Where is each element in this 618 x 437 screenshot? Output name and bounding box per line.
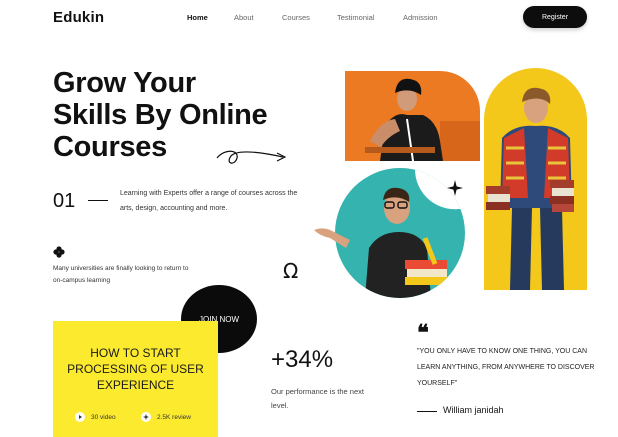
student-photo-teal <box>335 168 465 298</box>
nav-about[interactable]: About <box>234 13 254 22</box>
hero-title-line1: Grow Your <box>53 67 196 99</box>
info-text: Many universities are finally looking to… <box>53 265 189 284</box>
testimonial-author: William janidah <box>443 405 504 415</box>
course-card[interactable]: HOW TO START PROCESSING OF USER EXPERIEN… <box>53 321 218 437</box>
review-count-label: 2.5K review <box>157 413 191 421</box>
nav-admission[interactable]: Admission <box>403 13 438 22</box>
student-photo-yellow <box>484 68 587 290</box>
register-button[interactable]: Register <box>523 6 587 28</box>
hero-title-line2: Skills By Online <box>53 99 268 131</box>
course-review-count: 2.5K review <box>141 412 191 422</box>
course-card-title: HOW TO START PROCESSING OF USER EXPERIEN… <box>67 346 204 392</box>
testimonial-quote: "YOU ONLY HAVE TO KNOW ONE THING, YOU CA… <box>417 348 595 387</box>
step-number: 01 <box>53 190 76 212</box>
course-video-count: 30 video <box>75 412 116 422</box>
performance-stat: +34% <box>271 346 334 373</box>
hero-title-line3: Courses <box>53 131 167 163</box>
flower-icon <box>53 246 65 258</box>
arrow-squiggle-icon <box>216 150 287 164</box>
author-divider <box>417 411 437 412</box>
star-badge-icon <box>141 412 151 422</box>
step-description: Learning with Experts offer a range of c… <box>120 190 298 212</box>
student-hand <box>314 228 350 248</box>
omega-icon: Ω <box>283 259 299 283</box>
brand-logo[interactable]: Edukin <box>53 9 104 26</box>
performance-label: Our performance is the next level. <box>271 387 364 410</box>
student-photo-orange <box>345 71 480 161</box>
play-icon <box>75 412 85 422</box>
nav-testimonial[interactable]: Testimonial <box>337 13 375 22</box>
video-count-label: 30 video <box>91 413 116 421</box>
star-icon <box>447 180 463 196</box>
step-divider <box>88 200 108 201</box>
quote-icon: ❝ <box>417 320 429 346</box>
nav-home[interactable]: Home <box>187 13 208 22</box>
nav-courses[interactable]: Courses <box>282 13 310 22</box>
hero-title: Grow Your Skills By Online Courses <box>53 67 343 163</box>
